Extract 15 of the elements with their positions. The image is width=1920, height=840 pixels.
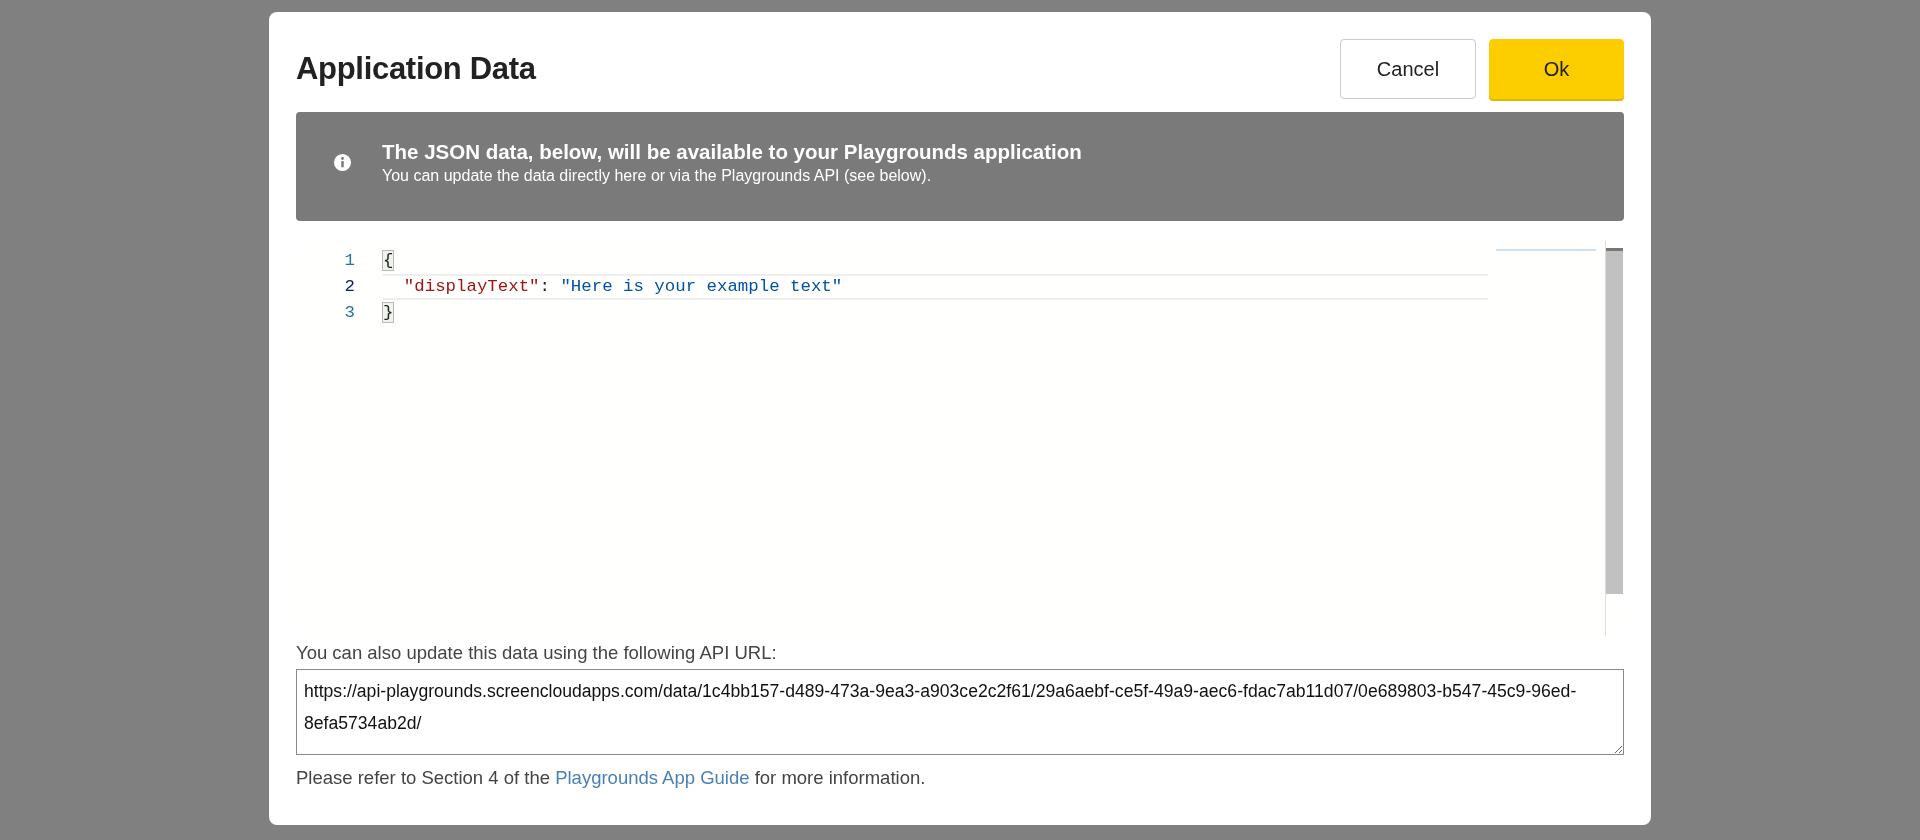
api-url-field[interactable]: https://api-playgrounds.screencloudapps.com/data/1c4bb157-d489-473a-9ea3-a903ce2c2f61/29a6aebf-ce5f-49a9-aec6-fdac7ab11d07/0e689803-b547-45c9-96ed-8efa5734ab2d/ — [296, 669, 1624, 755]
banner-text: You can update the data directly here or via the Playgrounds API (see below). — [382, 167, 933, 185]
code-line: "displayText": "Here is your example text" — [383, 274, 1488, 300]
footer-text: Please refer to Section 4 of the Playgrounds App Guide for more information. — [296, 767, 927, 789]
dialog-title: Application Data — [296, 51, 536, 87]
line-number: 3 — [343, 302, 356, 324]
line-number: 2 — [343, 276, 356, 298]
api-url-label: You can also update this data using the following API URL: — [296, 642, 778, 664]
scrollbar[interactable] — [1605, 241, 1623, 636]
ok-button[interactable]: Ok — [1489, 39, 1624, 99]
cancel-button[interactable]: Cancel — [1340, 39, 1476, 99]
banner-title: The JSON data, below, will be available to your Playgrounds application — [382, 140, 1082, 164]
info-icon — [333, 153, 352, 172]
app-guide-link[interactable]: Playgrounds App Guide — [555, 767, 750, 788]
line-number: 1 — [343, 250, 356, 272]
